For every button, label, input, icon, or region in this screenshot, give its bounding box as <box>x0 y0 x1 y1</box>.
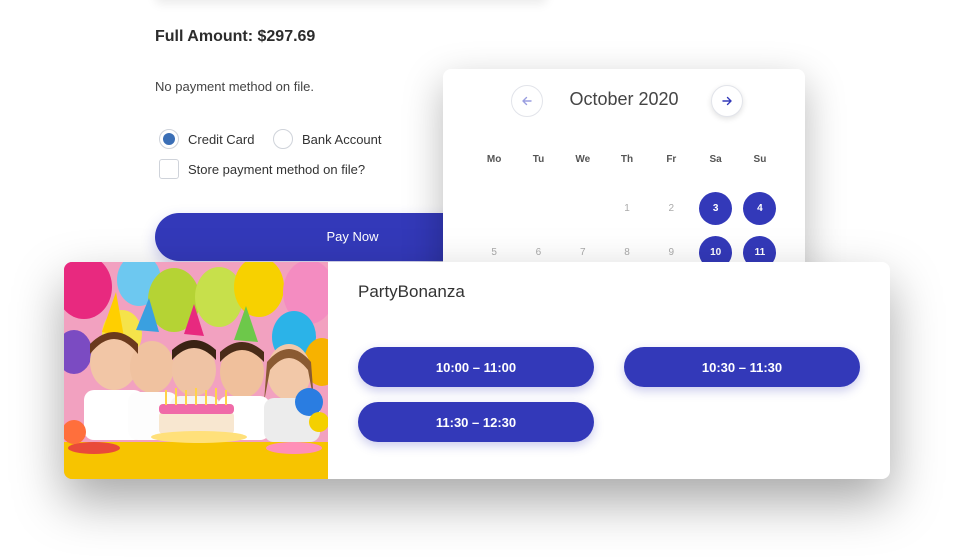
weekday-fr: Fr <box>666 154 677 165</box>
full-amount: Full Amount: $297.69 <box>155 28 316 45</box>
calendar-day-empty <box>561 192 605 224</box>
no-payment-method-text: No payment method on file. <box>155 79 314 94</box>
next-month-button[interactable] <box>711 85 743 117</box>
photo-illustration <box>64 262 328 479</box>
arrow-right-icon <box>722 96 732 106</box>
calendar-day-empty <box>472 192 516 224</box>
weekday-sa: Sa <box>709 154 722 165</box>
calendar-day[interactable]: 1 <box>605 192 649 224</box>
store-payment-checkbox[interactable] <box>159 159 179 179</box>
weekday-tu: Tu <box>532 154 545 165</box>
radio-bank-account-input[interactable] <box>273 129 293 149</box>
calendar-day[interactable]: 2 <box>649 192 693 224</box>
event-card: PartyBonanza 10:00 – 11:00 10:30 – 11:30… <box>64 262 890 479</box>
store-payment-checkbox-row[interactable]: Store payment method on file? <box>159 159 365 179</box>
time-slot-button[interactable]: 11:30 – 12:30 <box>358 402 594 442</box>
store-payment-label: Store payment method on file? <box>188 161 366 177</box>
calendar-week: 1 2 3 4 <box>472 191 782 225</box>
radio-credit-card-label: Credit Card <box>188 131 255 147</box>
event-title: PartyBonanza <box>358 282 465 301</box>
month-label: October 2020 <box>569 89 679 109</box>
radio-credit-card-input[interactable] <box>159 129 179 149</box>
calendar-header: October 2020 <box>443 85 805 117</box>
radio-bank-account-label: Bank Account <box>302 131 382 147</box>
weekday-th: Th <box>620 154 634 165</box>
weekday-su: Su <box>753 154 767 165</box>
calendar-day-selected[interactable]: 3 <box>693 191 737 225</box>
birthday-party-photo <box>64 262 328 479</box>
radio-bank-account[interactable]: Bank Account <box>273 129 382 149</box>
weekday-we: We <box>575 154 591 165</box>
calendar-day-selected[interactable]: 4 <box>738 191 782 225</box>
weekday-mo: Mo <box>486 154 502 165</box>
weekday-header: Mo Tu We Th Fr Sa Su <box>472 154 782 165</box>
time-slot-button[interactable]: 10:30 – 11:30 <box>624 347 860 387</box>
time-slot-button[interactable]: 10:00 – 11:00 <box>358 347 594 387</box>
radio-credit-card[interactable]: Credit Card <box>159 129 254 149</box>
calendar-day-empty <box>516 192 560 224</box>
booking-screen: Full Amount: $297.69 No payment method o… <box>0 0 954 559</box>
